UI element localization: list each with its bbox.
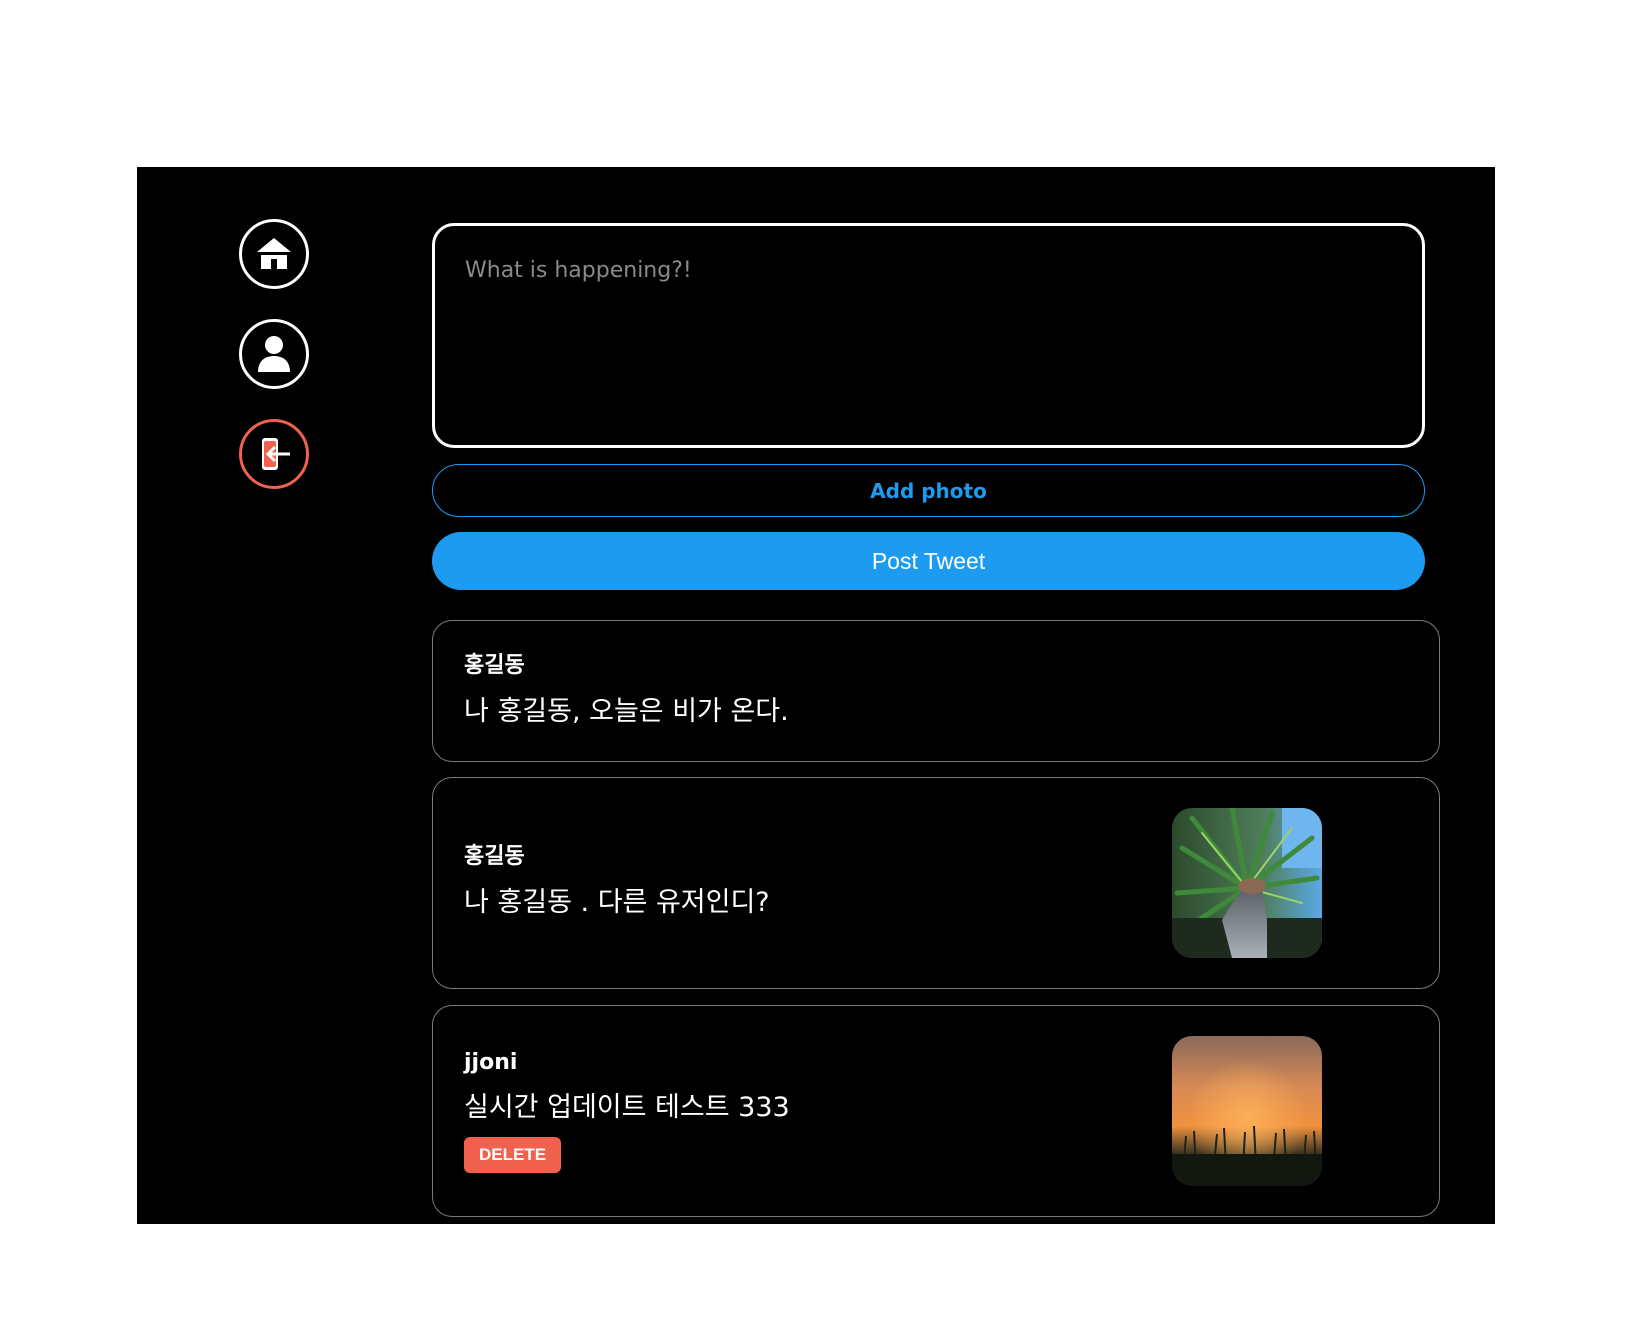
post-tweet-label: Post Tweet	[871, 547, 986, 574]
tweet-photo	[1172, 1036, 1322, 1186]
tweet-card: 홍길동 나 홍길동 . 다른 유저인디?	[432, 777, 1440, 989]
logout-icon	[262, 438, 290, 470]
app-container: Add photo Post Tweet 홍길동 나 홍길동, 오늘은 비가 온…	[137, 167, 1495, 1224]
tweet-photo	[1172, 808, 1322, 958]
add-photo-button[interactable]: Add photo	[432, 464, 1425, 517]
delete-button[interactable]: DELETE	[464, 1137, 562, 1173]
tweet-username: jjoni	[464, 1050, 518, 1075]
nav-profile-button[interactable]	[239, 319, 309, 389]
add-photo-label: Add photo	[870, 478, 987, 503]
tweet-username: 홍길동	[464, 653, 525, 678]
post-tweet-button[interactable]: Post Tweet	[432, 532, 1425, 590]
tweet-card: jjoni 실시간 업데이트 테스트 333 DELETE	[432, 1005, 1440, 1217]
tweet-text: 나 홍길동 . 다른 유저인디?	[464, 887, 770, 918]
tweet-composer	[432, 223, 1425, 448]
nav-home-button[interactable]	[239, 219, 309, 289]
tweet-username: 홍길동	[464, 844, 525, 869]
tweet-body: jjoni 실시간 업데이트 테스트 333 DELETE	[464, 1050, 790, 1173]
tweet-card: 홍길동 나 홍길동, 오늘은 비가 온다.	[432, 620, 1440, 762]
user-icon	[258, 336, 290, 372]
tweet-text: 나 홍길동, 오늘은 비가 온다.	[464, 696, 789, 727]
tweet-text: 실시간 업데이트 테스트 333	[464, 1092, 790, 1123]
tweet-body: 홍길동 나 홍길동 . 다른 유저인디?	[464, 838, 770, 919]
tweet-textarea[interactable]	[435, 226, 1422, 445]
nav-logout-button[interactable]	[239, 419, 309, 489]
home-icon	[257, 238, 291, 269]
tweet-body: 홍길동 나 홍길동, 오늘은 비가 온다.	[464, 647, 789, 728]
